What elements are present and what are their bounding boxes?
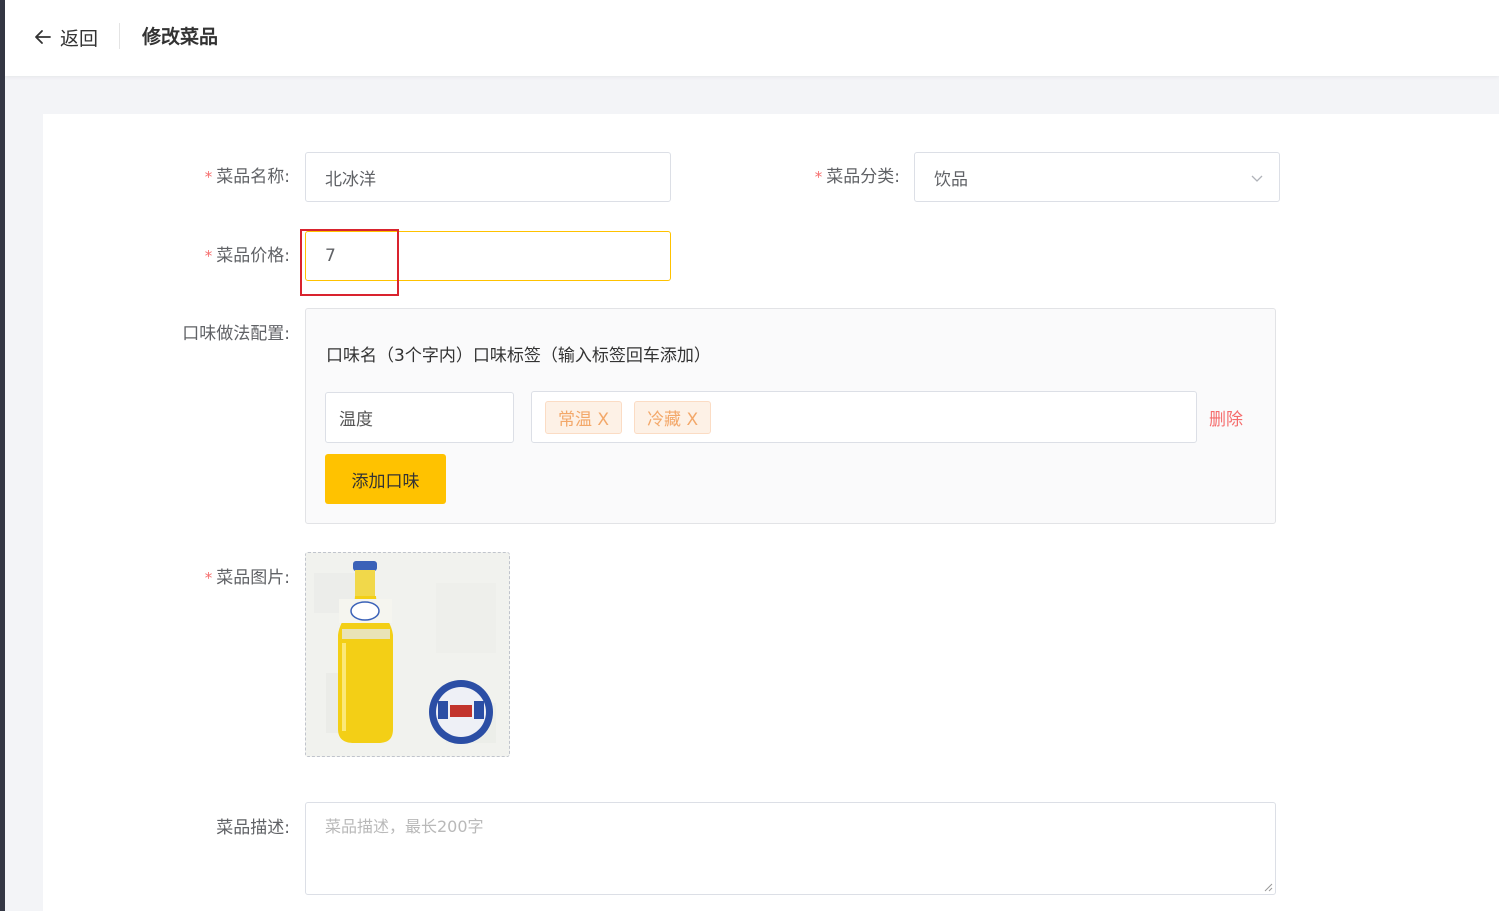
flavor-name-value: 温度 [339, 410, 373, 430]
flavor-header: 口味名（3个字内）口味标签（输入标签回车添加） [326, 346, 711, 366]
required-mark: * [204, 247, 213, 265]
required-mark: * [814, 168, 823, 186]
chevron-down-icon [1251, 175, 1263, 182]
flavor-tags-input[interactable]: 常温 X 冷藏 X [531, 391, 1197, 443]
flavor-name-input[interactable]: 温度 [325, 392, 514, 443]
page-title: 修改菜品 [142, 26, 219, 48]
back-label: 返回 [60, 27, 99, 50]
flavor-config-panel: 口味名（3个字内）口味标签（输入标签回车添加） 温度 常温 X 冷藏 X 删除 … [305, 308, 1276, 524]
highlight-box [300, 229, 399, 296]
add-flavor-button[interactable]: 添加口味 [325, 454, 446, 504]
image-label: * 菜品图片: [204, 568, 290, 588]
price-label: * 菜品价格: [204, 246, 290, 266]
arrow-left-icon [35, 30, 51, 44]
dish-name-input[interactable]: 北冰洋 [305, 152, 671, 202]
flavor-label: 口味做法配置: [182, 324, 290, 344]
flavor-tag[interactable]: 冷藏 X [634, 400, 712, 434]
name-label: * 菜品名称: [204, 167, 290, 187]
description-textarea[interactable]: 菜品描述，最长200字 [305, 802, 1276, 895]
required-mark: * [204, 569, 213, 587]
delete-flavor-button[interactable]: 删除 [1209, 405, 1243, 430]
back-button[interactable]: 返回 [33, 22, 98, 52]
description-placeholder: 菜品描述，最长200字 [325, 817, 484, 836]
category-label: * 菜品分类: [814, 167, 900, 187]
required-mark: * [204, 168, 213, 186]
flavor-tag[interactable]: 常温 X [545, 400, 623, 434]
category-value: 饮品 [934, 169, 968, 190]
sidebar-edge [0, 0, 5, 911]
header-divider [119, 23, 120, 49]
description-label: 菜品描述: [216, 818, 290, 838]
category-select[interactable]: 饮品 [914, 152, 1280, 202]
resize-grip-icon[interactable] [1263, 882, 1273, 892]
dish-name-value: 北冰洋 [325, 169, 376, 190]
page-header: 返回 修改菜品 [5, 0, 1499, 76]
dish-image-upload[interactable] [305, 552, 510, 757]
dish-image [306, 553, 509, 756]
